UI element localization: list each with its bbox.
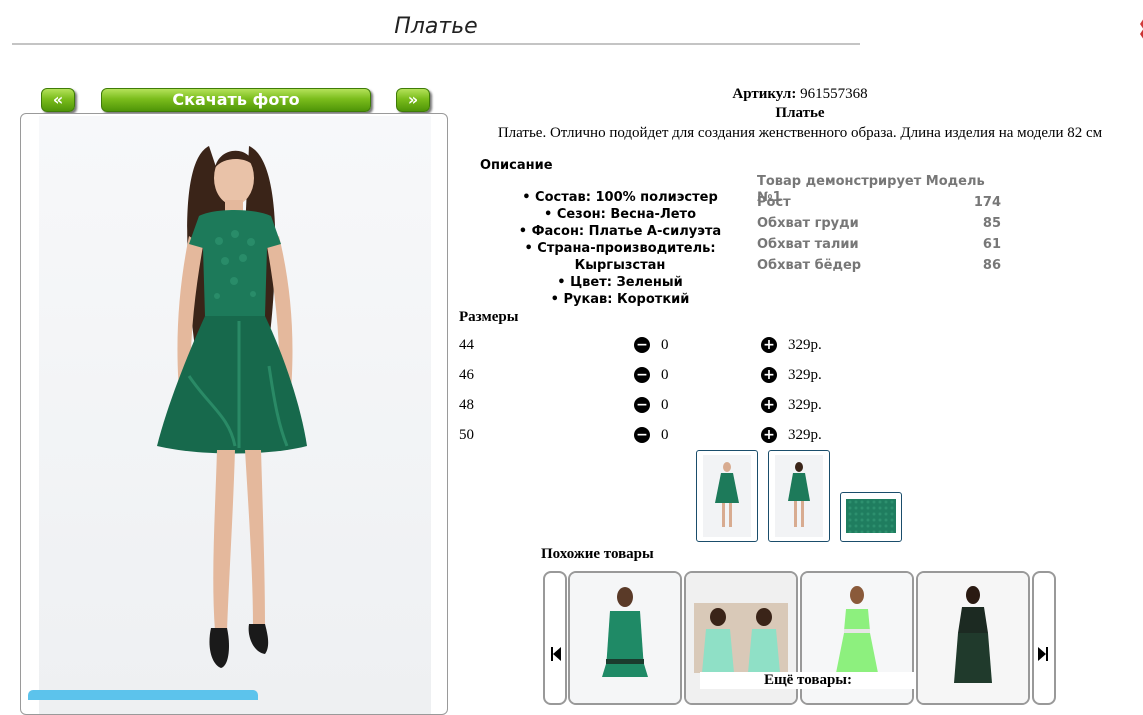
model-row: Рост 174: [757, 195, 1001, 210]
quantity-value: 0: [661, 337, 669, 353]
article-label: Артикул:: [732, 86, 797, 102]
similar-product-card[interactable]: [916, 571, 1030, 705]
product-name: Платье: [775, 105, 825, 121]
main-product-photo[interactable]: [39, 116, 431, 714]
model-row: Обхват груди 85: [757, 216, 1001, 231]
size-label: 46: [459, 367, 474, 383]
minus-circle-icon[interactable]: −: [634, 337, 650, 353]
minus-circle-icon[interactable]: −: [634, 367, 650, 383]
size-label: 50: [459, 427, 474, 443]
attribute-item: Рукав: Короткий: [480, 291, 760, 308]
model-row: Обхват бёдер 86: [757, 258, 1001, 273]
plus-circle-icon[interactable]: +: [761, 337, 777, 353]
minus-circle-icon[interactable]: −: [634, 397, 650, 413]
attribute-item: Сезон: Весна-Лето: [480, 206, 760, 223]
next-photo-button[interactable]: »: [396, 88, 430, 112]
article-value: 961557368: [800, 86, 868, 102]
skip-next-icon: [1038, 647, 1048, 661]
corner-decoration-icon: [1140, 19, 1143, 39]
article-line: Артикул: 961557368: [460, 86, 1140, 103]
more-products-heading: Ещё товары:: [700, 672, 916, 689]
attribute-item: Состав: 100% полиэстер: [480, 189, 760, 206]
photo-scroll-bar[interactable]: [28, 690, 258, 700]
model-measurements: Товар демонстрирует Модель №1 Рост 174 Об…: [757, 174, 1001, 279]
price: 329р.: [788, 397, 822, 413]
photo-thumbnail[interactable]: [840, 492, 902, 542]
quantity-value: 0: [661, 427, 669, 443]
model-row: Обхват талии 61: [757, 237, 1001, 252]
model-title: Товар демонстрирует Модель №1: [757, 174, 985, 205]
carousel-next-button[interactable]: [1032, 571, 1056, 705]
similar-heading: Похожие товары: [541, 546, 654, 562]
quantity-value: 0: [661, 367, 669, 383]
size-row: 50 − 0 + 329р.: [459, 427, 859, 449]
price: 329р.: [788, 427, 822, 443]
attribute-item: Фасон: Платье А-силуэта: [480, 223, 760, 240]
price: 329р.: [788, 337, 822, 353]
sizes-heading: Размеры: [459, 309, 519, 325]
page-title: Платье: [394, 14, 478, 39]
carousel-prev-button[interactable]: [543, 571, 567, 705]
size-row: 46 − 0 + 329р.: [459, 367, 859, 389]
plus-circle-icon[interactable]: +: [761, 397, 777, 413]
attribute-item: Цвет: Зеленый: [480, 274, 760, 291]
photo-frame: [20, 113, 448, 715]
description-heading: Описание: [480, 158, 553, 173]
plus-circle-icon[interactable]: +: [761, 367, 777, 383]
similar-product-card[interactable]: [568, 571, 682, 705]
size-label: 44: [459, 337, 474, 353]
plus-circle-icon[interactable]: +: [761, 427, 777, 443]
product-description: Платье. Отлично подойдет для создания же…: [497, 125, 1103, 141]
size-row: 48 − 0 + 329р.: [459, 397, 859, 419]
quantity-value: 0: [661, 397, 669, 413]
photo-thumbnail[interactable]: [696, 450, 758, 542]
photo-thumbnail[interactable]: [768, 450, 830, 542]
attribute-item: Страна-производитель: Кыргызстан: [480, 240, 760, 274]
title-divider: [12, 43, 860, 45]
skip-prev-icon: [551, 647, 561, 661]
minus-circle-icon[interactable]: −: [634, 427, 650, 443]
size-row: 44 − 0 + 329р.: [459, 337, 859, 359]
prev-photo-button[interactable]: «: [41, 88, 75, 112]
download-photo-button[interactable]: Скачать фото: [101, 88, 371, 112]
price: 329р.: [788, 367, 822, 383]
size-label: 48: [459, 397, 474, 413]
attribute-list: Состав: 100% полиэстер Сезон: Весна-Лето…: [480, 189, 760, 308]
